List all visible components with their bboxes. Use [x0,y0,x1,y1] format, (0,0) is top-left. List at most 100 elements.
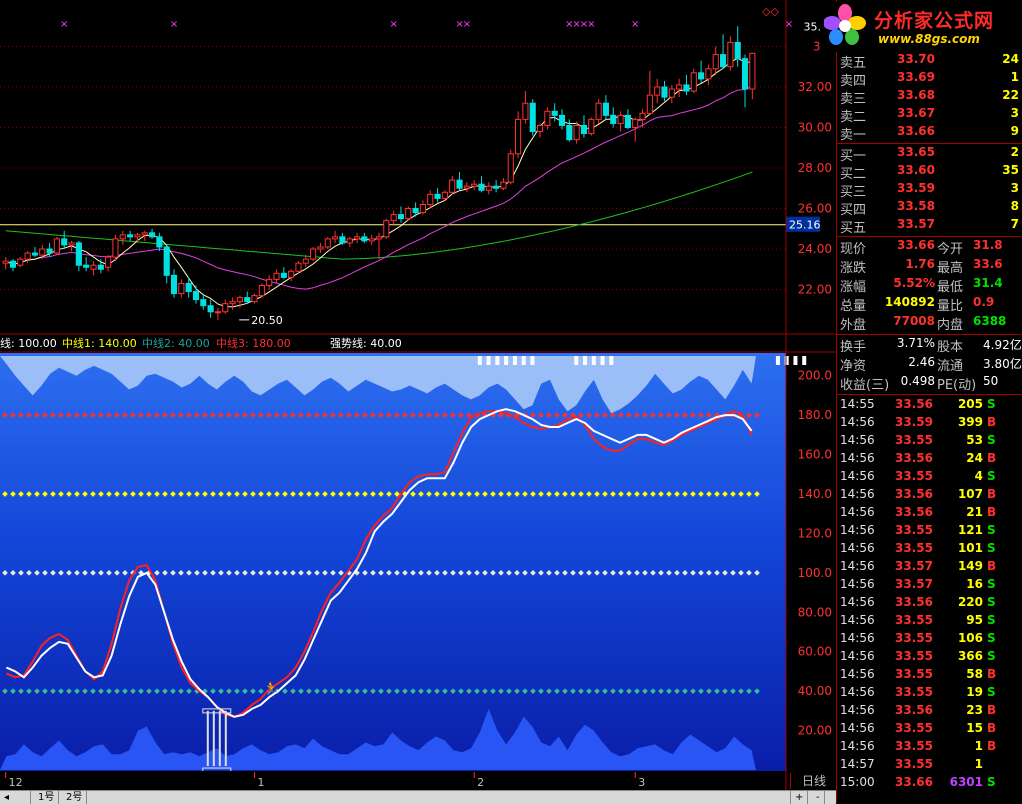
candle-body [24,252,31,260]
candle-body [127,234,134,238]
tick-price: 33.55 [895,613,933,627]
tick-price: 33.55 [895,631,933,645]
candle-body [698,72,705,80]
stat-value: 33.66 [897,238,935,252]
price-tick-label: 24.00 [798,242,832,256]
finance-label: 流通 [937,359,964,374]
tick-time: 14:56 [840,685,875,699]
tick-price: 33.56 [895,487,933,501]
candle-body [485,185,492,191]
candle-body [412,208,419,214]
price-tick-label: 30.00 [798,121,832,135]
bid-volume: 7 [1010,217,1019,231]
diamond-icon[interactable]: ◇◇ [762,5,779,18]
tick-time: 14:56 [840,487,875,501]
finance-value: 0.498 [900,374,935,388]
tab-2[interactable]: 2号 [62,791,88,804]
strength-bar [530,356,535,365]
candle-body [244,297,251,303]
bid-price: 33.65 [897,145,935,159]
ask-volume: 9 [1010,124,1019,138]
tick-side: S [987,577,996,591]
period-label[interactable]: 日线 [790,773,837,789]
candle-body [595,102,602,120]
candle-body [434,193,441,199]
candle-body [178,282,185,295]
tick-side: B [987,559,997,573]
tick-time: 14:56 [840,523,875,537]
tick-price: 33.56 [895,703,933,717]
tab-1[interactable]: 1号 [34,791,60,804]
price-panel-bg [0,0,786,334]
tick-volume: 1 [974,739,983,753]
candle-body [639,112,646,120]
tick-time: 14:56 [840,649,875,663]
tick-volume: 1 [974,757,983,771]
tick-side: B [987,739,997,753]
strength-bar [495,356,500,365]
candle-body [156,236,163,248]
quote-separator [837,334,1022,335]
indicator-y-axis: 200.0 180.0 160.0 140.0 120.0 100.0 80.00 60.00… [798,369,832,738]
tick-volume: 366 [957,649,983,663]
tab-scroll-left[interactable]: ◂ [0,791,31,804]
candle-body [719,54,727,68]
candle-body [558,114,566,126]
candle-body [280,272,287,278]
candle-body [207,305,214,313]
tick-time: 14:56 [840,505,875,519]
legend-item: 线: 100.00 [0,336,57,350]
candle-body [61,238,68,246]
tick-price: 33.55 [895,739,933,753]
candle-body [17,258,24,266]
stat-value: 140892 [884,295,935,309]
tick-time: 14:56 [840,631,875,645]
candle-body [119,234,126,240]
bid-volume: 2 [1010,145,1019,159]
tick-price: 33.59 [895,415,933,429]
tick-side: B [987,667,997,681]
tick-volume: 16 [966,577,983,591]
tick-time: 14:56 [840,667,875,681]
candle-body [544,110,551,126]
ask-volume: 22 [1002,88,1019,102]
candle-body [353,236,361,240]
candle-body [522,102,529,120]
candle-body [390,214,397,222]
candle-body [339,236,346,244]
candle-body [9,260,17,268]
tick-time: 14:56 [840,577,875,591]
zoom-in-button[interactable]: + [790,791,809,804]
stat-label: 涨跌 [840,261,867,276]
candle-body [580,124,588,135]
bid-label: 买一 [840,149,867,164]
indicator-tick-label: 40.00 [798,684,832,698]
candle-body [668,88,675,98]
tick-volume: 220 [957,595,983,609]
tick-price: 33.55 [895,433,933,447]
tick-side: B [987,505,997,519]
tick-side: S [987,775,996,789]
tick-time: 14:56 [840,559,875,573]
stat-label: 量比 [937,299,964,314]
candle-body [741,58,749,90]
bid-volume: 35 [1002,163,1019,177]
ask-label: 卖一 [840,128,867,143]
signal-cross-mark: × [463,19,471,30]
tick-time: 15:00 [840,775,875,789]
tick-volume: 121 [957,523,983,537]
tick-price: 33.56 [895,397,933,411]
candle-body [617,114,624,124]
zoom-out-button[interactable]: - [812,791,825,804]
stat-value: 5.52% [893,276,935,290]
bid-label: 买四 [840,203,867,218]
tick-price: 33.55 [895,667,933,681]
ask-volume: 1 [1010,70,1019,84]
stat-value: 6388 [973,314,1007,328]
main-chart-canvas[interactable]: 35.0020.50××××××××××× 34.32.0030.0028.00… [0,0,836,803]
candle-body [712,54,719,70]
candle-body [266,278,273,286]
candle-body [463,185,470,189]
legend-item: 中线2: 40.00 [142,336,210,350]
tick-volume: 101 [957,541,983,555]
